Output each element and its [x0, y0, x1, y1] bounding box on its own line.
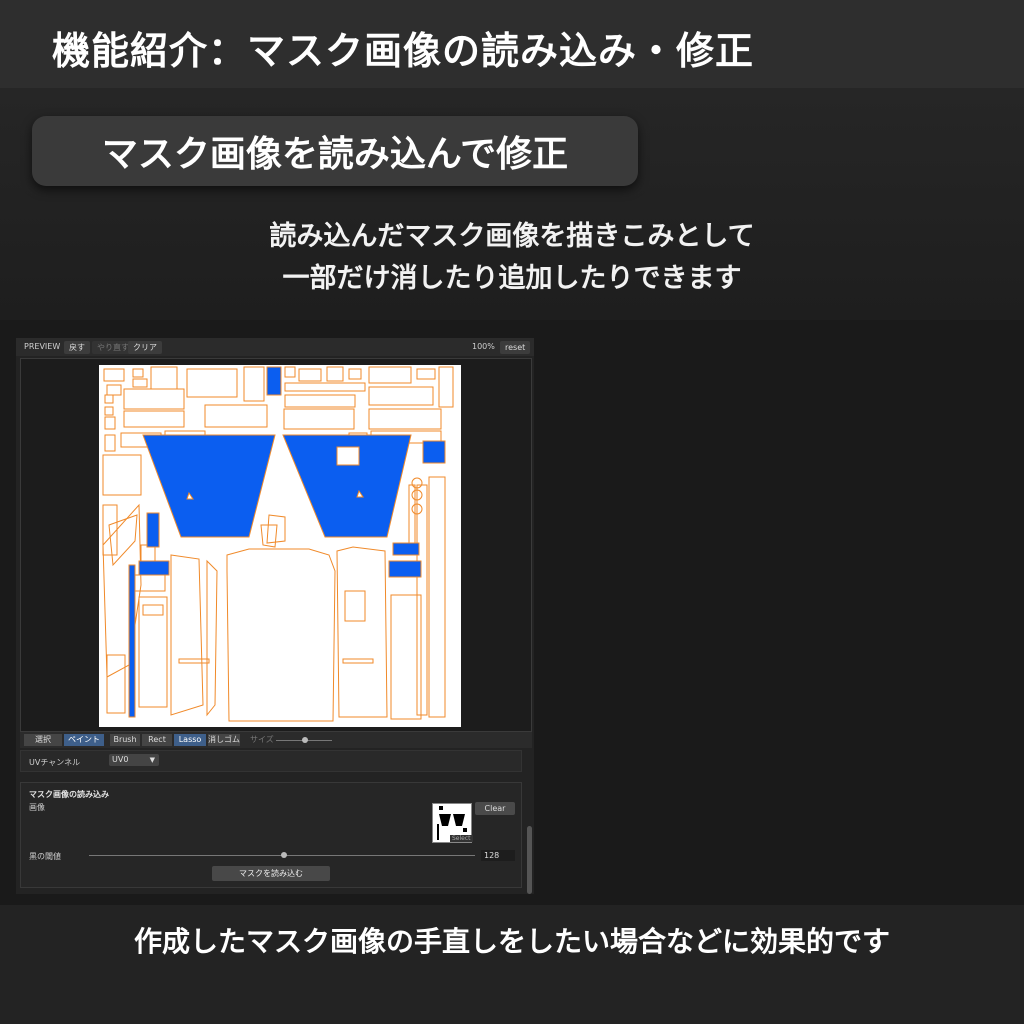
uv-layout-drawing	[102, 366, 454, 722]
mask-editor-panel: PREVIEW 戻す やり直す クリア 100% reset 選択 ペイント B…	[16, 338, 534, 894]
threshold-value-field[interactable]: 128	[481, 850, 515, 861]
panel-scrollbar[interactable]	[527, 826, 532, 894]
feature-pill-label: マスク画像を読み込んで修正	[101, 134, 569, 175]
preview-area	[20, 358, 532, 732]
zoom-level: 100%	[472, 342, 495, 351]
uv-channel-value: UV0	[112, 755, 129, 764]
load-mask-button[interactable]: マスクを読み込む	[212, 866, 330, 881]
description-line-2: 一部だけ消したり追加したりできます	[282, 263, 742, 294]
uv-channel-row: UVチャンネル UV0 ▼	[20, 750, 522, 772]
header-bar: 機能紹介：マスク画像の読み込み・修正	[0, 0, 1024, 88]
clear-canvas-button[interactable]: クリア	[128, 341, 162, 354]
lasso-tool-button[interactable]: Lasso	[174, 734, 206, 746]
rect-tool-button[interactable]: Rect	[142, 734, 172, 746]
reset-zoom-button[interactable]: reset	[500, 341, 531, 354]
select-mode-tab[interactable]: 選択	[24, 734, 62, 746]
mask-import-section: マスク画像の読み込み 画像 Select Clear 黒の閾値 128 マスクを…	[20, 782, 522, 888]
image-field-label: 画像	[29, 803, 45, 812]
threshold-label: 黒の閾値	[29, 852, 61, 861]
mask-import-title: マスク画像の読み込み	[29, 790, 109, 799]
description-line-1: 読み込んだマスク画像を描きこみとして	[269, 221, 755, 252]
select-image-label[interactable]: Select	[450, 835, 473, 842]
eraser-tool-button[interactable]: 消しゴム	[208, 734, 240, 746]
preview-label: PREVIEW	[24, 342, 61, 351]
undo-button[interactable]: 戻す	[64, 341, 90, 354]
feature-pill: マスク画像を読み込んで修正	[32, 116, 638, 186]
uv-channel-label: UVチャンネル	[29, 758, 81, 767]
tool-bar: 選択 ペイント Brush Rect Lasso 消しゴム サイズ	[20, 732, 532, 748]
uv-channel-select[interactable]: UV0 ▼	[109, 754, 159, 766]
preview-header: PREVIEW 戻す やり直す クリア 100% reset	[16, 338, 534, 356]
chevron-down-icon: ▼	[149, 756, 155, 764]
footer-caption: 作成したマスク画像の手直しをしたい場合などに効果的です	[133, 925, 890, 958]
uv-canvas[interactable]	[99, 365, 461, 727]
page-title: 機能紹介：マスク画像の読み込み・修正	[52, 29, 755, 73]
clear-image-button[interactable]: Clear	[475, 802, 515, 815]
brush-size-slider-handle[interactable]	[302, 737, 308, 743]
threshold-slider-handle[interactable]	[281, 852, 287, 858]
brush-tool-button[interactable]: Brush	[110, 734, 140, 746]
paint-mode-tab[interactable]: ペイント	[64, 734, 104, 746]
brush-size-label: サイズ	[250, 735, 274, 744]
